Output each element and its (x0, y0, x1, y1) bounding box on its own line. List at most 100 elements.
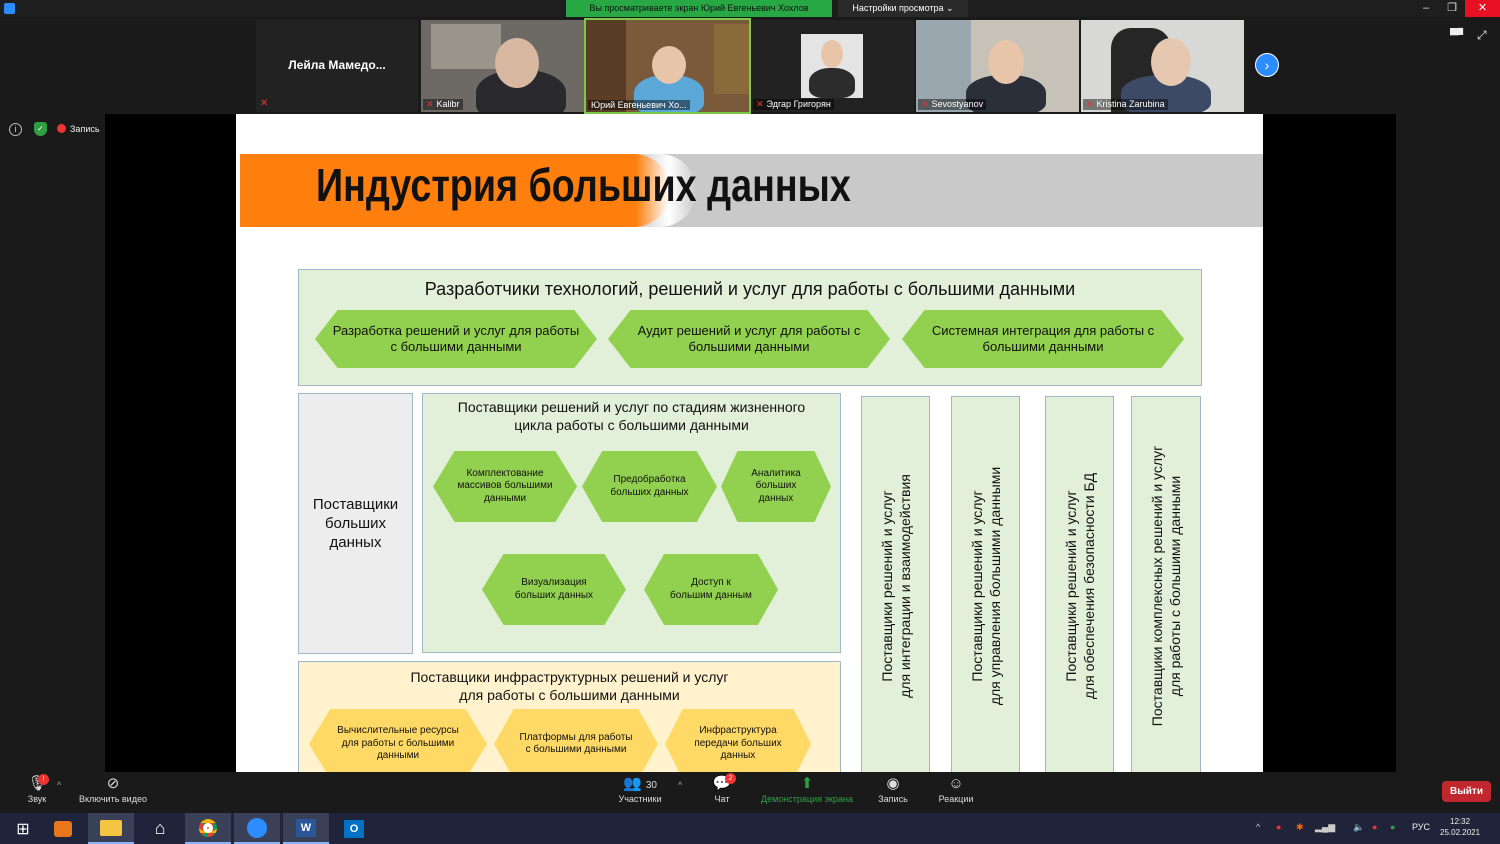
hex-network: Инфраструктура передачи больших данных (665, 709, 811, 772)
info-icon[interactable]: i (9, 123, 22, 136)
recording-label: Запись (70, 124, 100, 134)
developers-title: Разработчики технологий, решений и услуг… (424, 279, 1076, 299)
participant-tile-yuri[interactable]: Юрий Евгеньевич Хо... (584, 18, 751, 114)
hex-analytics: Аналитика больших данных (721, 451, 831, 522)
meeting-toolbar: 🎙 Звук ! ^ ⊘ Включить видео 👥 30 Участни… (0, 772, 1500, 813)
mic-muted-icon: ✕ (260, 98, 269, 109)
clock-time: 12:32 (1450, 817, 1471, 826)
hex-label: Визуализация больших данных (514, 577, 594, 601)
participant-name: Sevostyanov (931, 99, 984, 109)
tray-expand-icon[interactable]: ^ (1256, 822, 1260, 832)
participants-button[interactable]: 👥 30 Участники (612, 774, 668, 804)
participant-tile-leila[interactable]: Лейла Мамедо... ✕ (256, 20, 418, 112)
mic-muted-icon: ✕ (426, 99, 434, 109)
leave-meeting-button[interactable]: Выйти (1442, 781, 1491, 802)
audio-alert-badge: ! (38, 774, 49, 785)
vertical-line-1: Поставщики решений и услуг (878, 490, 895, 682)
reactions-icon: ☺ (948, 775, 964, 792)
gallery-view-icon[interactable]: ▀▘ (1450, 28, 1468, 42)
participant-tile-kristina[interactable]: ✕ Kristina Zarubina (1081, 20, 1244, 112)
reactions-label: Реакции (938, 794, 974, 804)
video-button[interactable]: ⊘ Включить видео (74, 774, 152, 804)
vertical-security-text: Поставщики решений и услуг для обеспечени… (1061, 473, 1097, 699)
chrome-icon[interactable] (185, 813, 231, 844)
video-label: Включить видео (79, 794, 147, 804)
reactions-button[interactable]: ☺ Реакции (934, 774, 978, 804)
person-head (988, 40, 1024, 84)
presentation-slide: Индустрия больших данных Разработчики те… (236, 114, 1263, 772)
hex-dev-audit: Аудит решений и услуг для работы с больш… (608, 310, 890, 368)
volume-tray-icon[interactable]: 🔈 (1353, 822, 1364, 833)
record-button[interactable]: ◉ Запись (874, 774, 912, 804)
participants-options-caret[interactable]: ^ (678, 780, 682, 790)
hex-label: Разработка решений и услуг для работы с … (332, 322, 580, 354)
hex-dev-solutions: Разработка решений и услуг для работы с … (315, 310, 597, 368)
vertical-line-1: Поставщики комплексных решений и услуг (1148, 445, 1165, 727)
hex-collection: Комплектование массивов большими данными (433, 451, 577, 522)
home-icon[interactable]: ⌂ (137, 813, 183, 844)
language-indicator[interactable]: РУС (1412, 822, 1430, 832)
hex-label: Доступ к большим данным (670, 577, 752, 601)
participant-name: Лейла Мамедо... (288, 58, 386, 72)
hex-platforms: Платформы для работы с большими данными (494, 709, 658, 772)
security-shield-icon[interactable]: ✓ (34, 122, 47, 136)
network-tray-icon[interactable]: ▂▄▆ (1315, 822, 1335, 833)
hex-visualization: Визуализация больших данных (482, 554, 626, 625)
mic-muted-icon: ✕ (756, 99, 764, 109)
next-page-button[interactable]: › (1255, 53, 1279, 77)
record-label: Запись (878, 794, 908, 804)
view-options-button[interactable]: Настройки просмотра ⌄ (838, 0, 968, 17)
minimize-icon[interactable]: – (1413, 0, 1439, 17)
participants-count: 30 (645, 780, 657, 791)
outlook-icon[interactable]: O (331, 813, 377, 844)
maximize-icon[interactable]: ❐ (1439, 0, 1465, 17)
antivirus-tray-icon[interactable]: ● (1276, 822, 1281, 832)
security-tray-icon[interactable]: ● (1390, 822, 1395, 832)
participant-tile-edgar[interactable]: ✕ Эдгар Григорян (751, 20, 914, 112)
hex-label: Вычислительные ресурсы для работы с боль… (337, 725, 459, 762)
mic-muted-icon: ✕ (921, 99, 929, 109)
participants-label: Участники (618, 794, 662, 804)
close-icon[interactable]: ✕ (1465, 0, 1500, 17)
vertical-line-2: для обеспечения безопасности БД (1080, 472, 1097, 700)
record-icon: ◉ (886, 775, 900, 792)
participant-tile-sevostyanov[interactable]: ✕ Sevostyanov (916, 20, 1079, 112)
zoom-taskbar-icon[interactable] (234, 813, 280, 844)
camera-off-icon: ⊘ (106, 775, 120, 792)
media-player-icon[interactable] (40, 813, 86, 844)
vertical-management-text: Поставщики решений и услуг для управления… (967, 467, 1003, 705)
hex-label: Платформы для работы с большими данными (519, 731, 633, 756)
hex-access: Доступ к большим данным (644, 554, 778, 625)
word-icon[interactable]: W (283, 813, 329, 844)
hex-dev-integration: Системная интеграция для работы с больши… (902, 310, 1184, 368)
hex-label: Системная интеграция для работы с больши… (931, 322, 1155, 354)
vertical-line-2: для интеграции и взаимодействия (896, 474, 913, 698)
share-screen-button[interactable]: ⬆ Демонстрация экрана (757, 774, 857, 804)
hex-label: Аналитика больших данных (751, 467, 801, 504)
share-banner: Вы просматриваете экран Юрий Евгеньевич … (566, 0, 832, 17)
vertical-line-1: Поставщики решений и услуг (968, 490, 985, 682)
app-tray-icon[interactable]: ✱ (1296, 822, 1304, 833)
hex-compute: Вычислительные ресурсы для работы с боль… (309, 709, 487, 772)
taskbar-clock[interactable]: 12:32 25.02.2021 (1440, 816, 1480, 838)
background-door (714, 24, 749, 94)
hex-label: Инфраструктура передачи больших данных (694, 725, 782, 762)
vertical-line-2: для работы с большими данными (1167, 475, 1183, 697)
participant-label: ✕ Эдгар Григорян (753, 99, 834, 110)
recording-indicator: Запись (57, 122, 100, 137)
audio-options-caret[interactable]: ^ (57, 780, 61, 790)
file-explorer-icon[interactable] (88, 813, 134, 844)
hex-label: Аудит решений и услуг для работы с больш… (637, 322, 861, 354)
fullscreen-icon[interactable]: ⤢ (1477, 28, 1487, 43)
vertical-integration: Поставщики решений и услуг для интеграции… (861, 396, 930, 772)
vertical-line-2: для управления большими данными (986, 466, 1003, 706)
person-head (1151, 38, 1191, 86)
participant-tile-kalibr[interactable]: ✕ Kalibr (421, 20, 584, 112)
participant-name: Эдгар Григорян (766, 99, 831, 109)
vertical-integration-text: Поставщики решений и услуг для интеграции… (877, 474, 913, 698)
vertical-security: Поставщики решений и услуг для обеспечени… (1045, 396, 1114, 772)
zoom-tray-icon[interactable]: ● (1372, 822, 1377, 832)
lifecycle-box: Поставщики решений и услуг по стадиям жи… (422, 393, 841, 653)
share-screen-icon: ⬆ (800, 775, 814, 792)
audio-label: Звук (27, 794, 47, 804)
